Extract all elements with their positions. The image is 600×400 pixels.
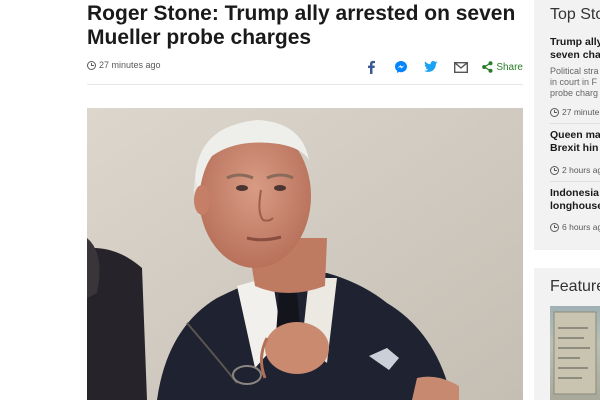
top-stories-heading: Top Sto [550,6,600,23]
feature-thumbnail[interactable] [550,306,600,400]
messenger-icon[interactable] [393,59,409,75]
email-icon[interactable] [453,59,469,75]
top-story-2-title-line1[interactable]: Queen ma [550,129,600,141]
top-story-3-title[interactable]: Indonesia longhouse [550,187,600,213]
top-story-1-summary-line3: probe charg [550,88,599,98]
top-story-3-time: 6 hours ag [550,222,600,232]
top-story-1-summary: Political stra in court in F probe charg [550,66,600,99]
clock-icon [550,107,559,117]
top-story-1-summary-line2: in court in F [550,77,598,87]
top-story-2-time: 2 hours ag [550,165,600,175]
clock-icon [550,165,559,175]
top-story-1-title[interactable]: Trump ally seven char [550,36,600,62]
header-divider [87,84,523,85]
top-story-1-time-text: 27 minute [562,107,600,117]
top-story-3-title-line2[interactable]: longhouse [550,200,600,212]
clock-icon [550,222,559,232]
article-headline: Roger Stone: Trump ally arrested on seve… [87,2,516,49]
top-story-3-time-text: 6 hours ag [562,222,600,232]
top-story-1-title-line2[interactable]: seven char [550,49,600,61]
twitter-icon[interactable] [423,59,439,75]
photo-illustration [87,108,523,400]
story-divider [550,181,600,182]
top-story-2-title[interactable]: Queen ma Brexit hin [550,129,600,155]
share-button[interactable]: Share [496,62,523,73]
timestamp-text: 27 minutes ago [99,60,161,70]
share-icon[interactable] [481,59,493,75]
top-story-3-title-line1[interactable]: Indonesia [550,187,599,199]
clock-icon [87,60,96,70]
feature-thumbnail-image [553,311,597,395]
facebook-icon[interactable] [363,59,379,75]
top-story-1-time: 27 minute [550,107,599,117]
story-divider [550,123,600,124]
top-story-1-title-line1[interactable]: Trump ally [550,36,600,48]
article-meta-row: 27 minutes ago Share [87,58,523,78]
top-story-2-title-line2[interactable]: Brexit hin [550,142,598,154]
top-story-1-summary-line1: Political stra [550,66,599,76]
article-photo [87,108,523,400]
article-timestamp: 27 minutes ago [87,60,161,70]
share-tools: Share [349,58,523,76]
features-heading: Feature [550,278,600,295]
top-story-2-time-text: 2 hours ag [562,165,600,175]
